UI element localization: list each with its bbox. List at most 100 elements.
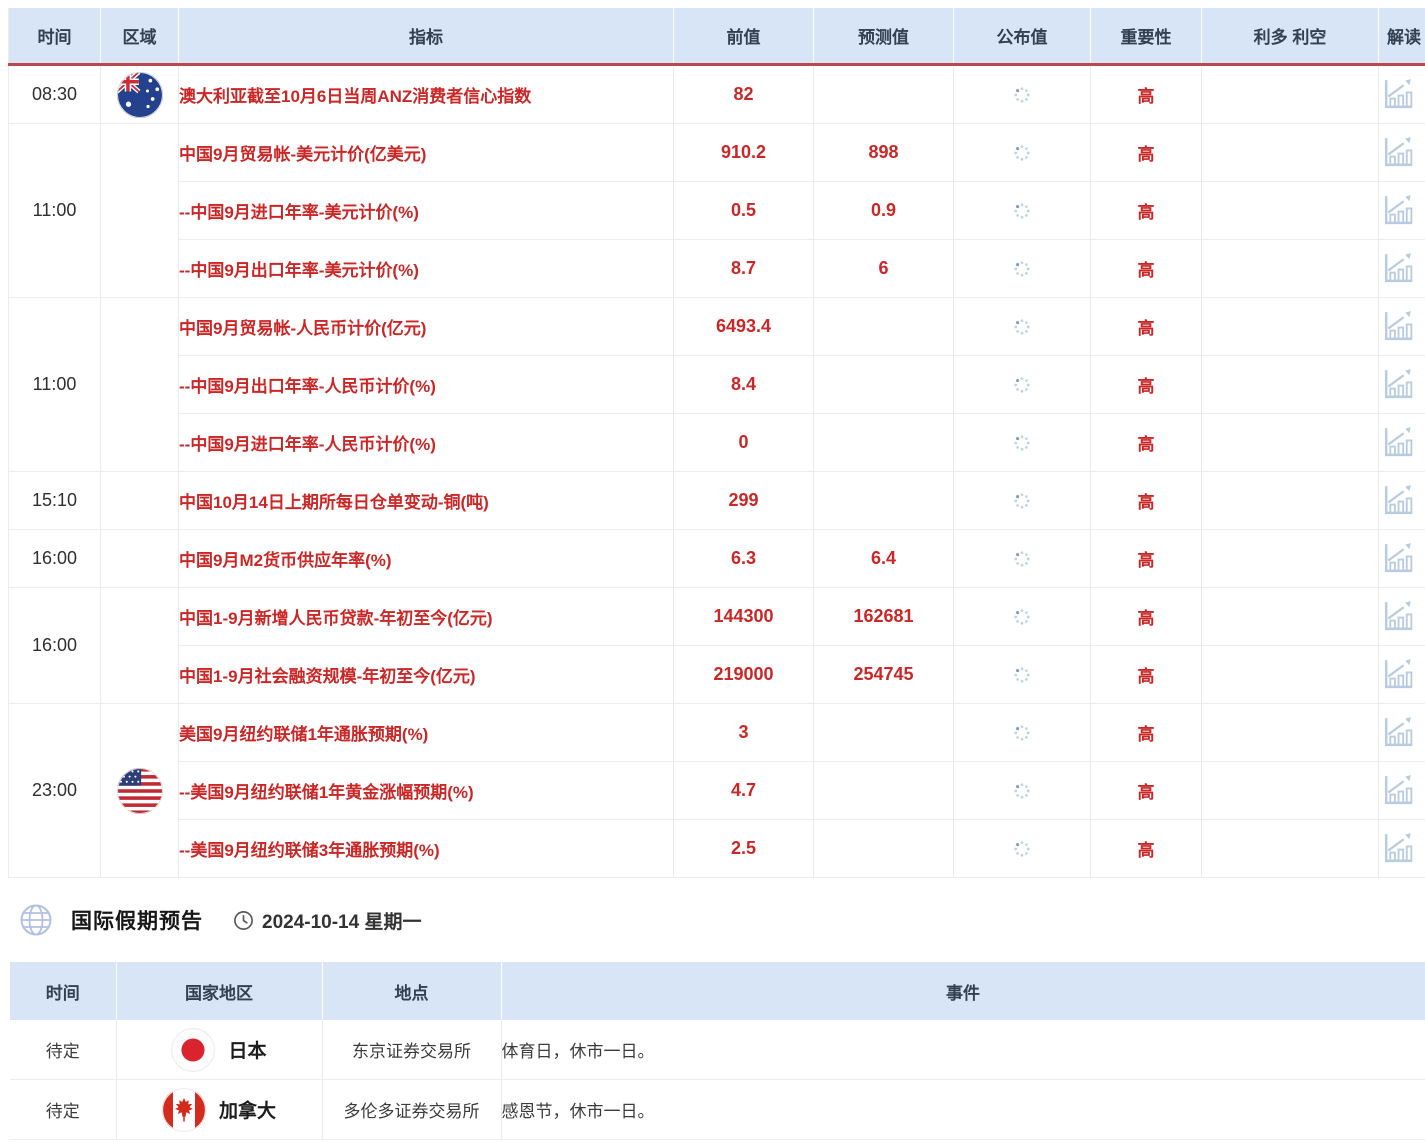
previous-value: 6493.4 [674,298,814,356]
bar-chart-icon[interactable] [1379,772,1416,809]
interpret-cell[interactable] [1379,646,1425,704]
bar-chart-icon[interactable] [1379,250,1416,287]
bar-chart-icon[interactable] [1379,598,1416,635]
forecast-value: 162681 [814,588,954,646]
time-cell: 08:30 [9,65,101,124]
table-row: 中国1-9月社会融资规模-年初至今(亿元) 219000 254745 高 [9,646,1425,704]
indicator-label[interactable]: 中国1-9月社会融资规模-年初至今(亿元) [179,646,674,704]
col-header-country: 国家地区 [116,962,322,1020]
published-cell [954,472,1091,530]
col-header-bull-bear: 利多 利空 [1202,8,1379,65]
country-name: 加拿大 [219,1096,276,1123]
indicator-label[interactable]: 美国9月纽约联储1年通胀预期(%) [179,704,674,762]
interpret-cell[interactable] [1379,588,1425,646]
forecast-value [814,762,954,820]
indicator-label[interactable]: --美国9月纽约联储1年黄金涨幅预期(%) [179,762,674,820]
bull-bear-cell [1202,530,1379,588]
bar-chart-icon[interactable] [1379,134,1416,171]
holiday-table: 时间 国家地区 地点 事件 待定 日本 东京证券交易所 体育日，休市一日。 待定… [10,962,1425,1140]
interpret-cell[interactable] [1379,820,1425,878]
interpret-cell[interactable] [1379,65,1425,124]
interpret-cell[interactable] [1379,414,1425,472]
indicator-label[interactable]: --美国9月纽约联储3年通胀预期(%) [179,820,674,878]
bar-chart-icon[interactable] [1379,656,1416,693]
interpret-cell[interactable] [1379,182,1425,240]
economic-calendar-table: 时间 区域 指标 前值 预测值 公布值 重要性 利多 利空 解读 08:30 澳… [8,8,1425,878]
loading-spinner-icon [1012,259,1032,279]
published-cell [954,646,1091,704]
indicator-label[interactable]: --中国9月出口年率-人民币计价(%) [179,356,674,414]
bar-chart-icon[interactable] [1379,482,1416,519]
bar-chart-icon[interactable] [1379,308,1416,345]
bull-bear-cell [1202,414,1379,472]
bar-chart-icon[interactable] [1379,830,1416,867]
table-row: --美国9月纽约联储3年通胀预期(%) 2.5 高 [9,820,1425,878]
col-header-time: 时间 [10,962,116,1020]
bull-bear-cell [1202,356,1379,414]
bar-chart-icon[interactable] [1379,192,1416,229]
forecast-value [814,820,954,878]
col-header-interpret: 解读 [1379,8,1425,65]
section-date: 2024-10-14 星期一 [262,907,421,934]
indicator-label[interactable]: 中国9月贸易帐-人民币计价(亿元) [179,298,674,356]
indicator-label[interactable]: 中国1-9月新增人民币贷款-年初至今(亿元) [179,588,674,646]
table-row: --中国9月出口年率-人民币计价(%) 8.4 高 [9,356,1425,414]
holiday-location: 东京证券交易所 [322,1020,501,1080]
interpret-cell[interactable] [1379,530,1425,588]
interpret-cell[interactable] [1379,356,1425,414]
importance-value: 高 [1091,704,1202,762]
published-cell [954,820,1091,878]
previous-value: 299 [674,472,814,530]
loading-spinner-icon [1012,781,1032,801]
bull-bear-cell [1202,182,1379,240]
indicator-label[interactable]: --中国9月进口年率-人民币计价(%) [179,414,674,472]
loading-spinner-icon [1012,491,1032,511]
interpret-cell[interactable] [1379,240,1425,298]
importance-value: 高 [1091,762,1202,820]
bar-chart-icon[interactable] [1379,424,1416,461]
bar-chart-icon[interactable] [1379,540,1416,577]
indicator-label[interactable]: 中国10月14日上期所每日仓单变动-铜(吨) [179,472,674,530]
country-cell: 加拿大 [116,1080,322,1140]
published-cell [954,298,1091,356]
col-header-importance: 重要性 [1091,8,1202,65]
importance-value: 高 [1091,356,1202,414]
clock-icon [233,910,254,931]
forecast-value: 898 [814,124,954,182]
canada-flag-icon [162,1088,206,1132]
table-row: 11:00 中国9月贸易帐-人民币计价(亿元) 6493.4 高 [9,298,1425,356]
interpret-cell[interactable] [1379,762,1425,820]
interpret-cell[interactable] [1379,298,1425,356]
bar-chart-icon[interactable] [1379,76,1416,113]
interpret-cell[interactable] [1379,472,1425,530]
region-cell [101,704,179,878]
country-cell: 日本 [116,1020,322,1080]
indicator-label[interactable]: 中国9月贸易帐-美元计价(亿美元) [179,124,674,182]
col-header-region: 区域 [101,8,179,65]
col-header-indicator: 指标 [179,8,674,65]
indicator-label[interactable]: --中国9月出口年率-美元计价(%) [179,240,674,298]
previous-value: 8.7 [674,240,814,298]
interpret-cell[interactable] [1379,124,1425,182]
indicator-label[interactable]: 澳大利亚截至10月6日当周ANZ消费者信心指数 [179,65,674,124]
published-cell [954,414,1091,472]
indicator-label[interactable]: 中国9月M2货币供应年率(%) [179,530,674,588]
previous-value: 219000 [674,646,814,704]
bar-chart-icon[interactable] [1379,714,1416,751]
bull-bear-cell [1202,472,1379,530]
importance-value: 高 [1091,646,1202,704]
region-cell [101,530,179,588]
bull-bear-cell [1202,704,1379,762]
time-cell: 11:00 [9,124,101,298]
table-row: 11:00 中国9月贸易帐-美元计价(亿美元) 910.2 898 高 [9,124,1425,182]
region-cell [101,472,179,530]
region-cell [101,124,179,298]
bar-chart-icon[interactable] [1379,366,1416,403]
japan-flag-icon [171,1028,215,1072]
importance-value: 高 [1091,820,1202,878]
indicator-label[interactable]: --中国9月进口年率-美元计价(%) [179,182,674,240]
time-cell: 16:00 [9,588,101,704]
importance-value: 高 [1091,65,1202,124]
interpret-cell[interactable] [1379,704,1425,762]
loading-spinner-icon [1012,433,1032,453]
